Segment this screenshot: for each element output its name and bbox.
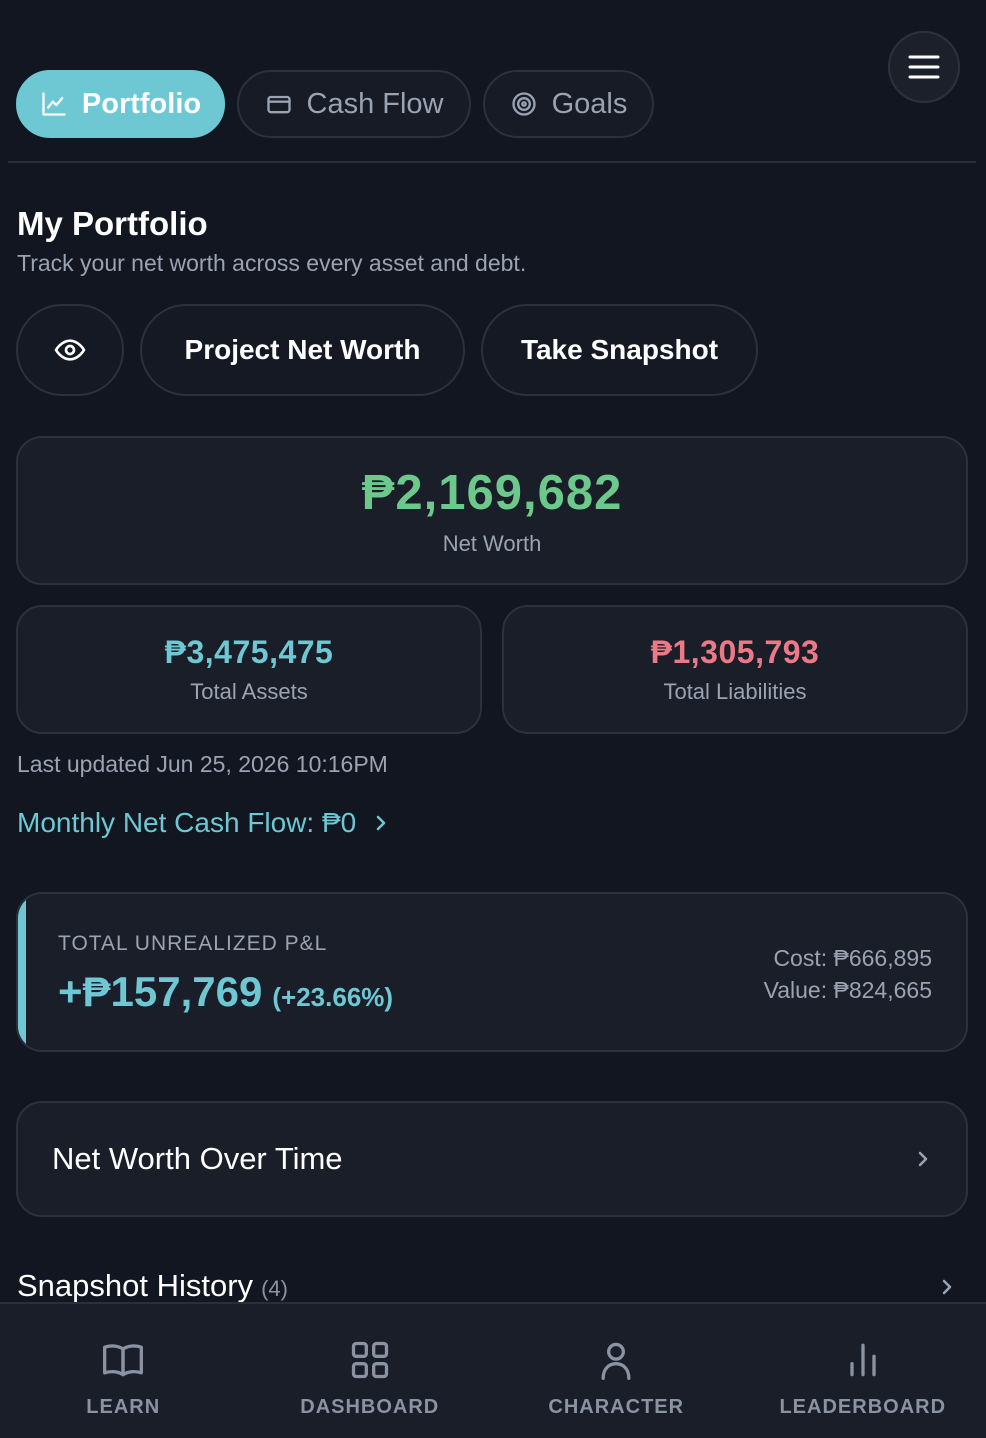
card-icon	[266, 95, 291, 114]
total-liabilities-value: ₱1,305,793	[650, 634, 820, 670]
unrealized-pl-label: TOTAL UNREALIZED P&L	[58, 932, 328, 955]
hamburger-menu-icon	[908, 55, 940, 79]
pl-accent-bar	[18, 894, 26, 1050]
nav-dashboard-label: DASHBOARD	[300, 1396, 440, 1418]
nav-leaderboard-label: LEADERBOARD	[779, 1396, 947, 1418]
nav-character[interactable]: CHARACTER	[493, 1304, 740, 1438]
tab-portfolio-label: Portfolio	[81, 87, 202, 120]
unrealized-pl-value: +₱157,769	[58, 968, 263, 1015]
net-worth-over-time-title: Net Worth Over Time	[52, 1141, 343, 1176]
monthly-cash-flow-label: Monthly Net Cash Flow: ₱0	[17, 807, 357, 838]
take-snapshot-button[interactable]: Take Snapshot	[481, 304, 758, 396]
last-updated-text: Last updated Jun 25, 2026 10:16PM	[17, 751, 388, 777]
chevron-right-icon	[942, 1279, 952, 1295]
bar-chart-icon	[850, 1343, 876, 1377]
unrealized-pl-value-row: +₱157,769 (+23.66%)	[58, 968, 393, 1016]
tab-goals-label: Goals	[551, 87, 628, 120]
toggle-visibility-button[interactable]	[16, 304, 124, 396]
target-icon	[511, 92, 536, 116]
unrealized-pl-card: TOTAL UNREALIZED P&L +₱157,769 (+23.66%) …	[16, 892, 968, 1052]
menu-button[interactable]	[888, 31, 960, 103]
chevron-right-icon	[377, 815, 386, 831]
chevron-right-icon	[918, 1151, 928, 1167]
tab-divider	[8, 161, 976, 163]
net-worth-over-time-card[interactable]: Net Worth Over Time	[16, 1101, 968, 1217]
book-icon	[103, 1344, 144, 1377]
page-subtitle: Track your net worth across every asset …	[17, 250, 527, 276]
market-value-text: Value: ₱824,665	[763, 977, 932, 1003]
project-net-worth-button[interactable]: Project Net Worth	[140, 304, 465, 396]
tab-portfolio[interactable]: Portfolio	[16, 70, 225, 138]
total-liabilities-label: Total Liabilities	[663, 679, 807, 704]
monthly-cash-flow-link[interactable]: Monthly Net Cash Flow: ₱0	[17, 807, 388, 839]
total-assets-value: ₱3,475,475	[164, 634, 334, 670]
snapshot-history-title: Snapshot History	[17, 1268, 254, 1303]
cost-value-block: Cost: ₱666,895 Value: ₱824,665	[764, 942, 932, 1006]
eye-icon	[54, 339, 86, 361]
net-worth-value: ₱2,169,682	[361, 465, 623, 520]
tab-cash-flow[interactable]: Cash Flow	[237, 70, 471, 138]
snapshot-history-count: (4)	[261, 1276, 288, 1301]
tab-goals[interactable]: Goals	[483, 70, 654, 138]
bottom-navigation: LEARN DASHBOARD CHARACTER LEADERBOARD	[0, 1302, 986, 1438]
nav-learn[interactable]: LEARN	[0, 1304, 247, 1438]
total-assets-label: Total Assets	[190, 679, 308, 704]
nav-leaderboard[interactable]: LEADERBOARD	[740, 1304, 986, 1438]
take-snapshot-label: Take Snapshot	[520, 334, 719, 365]
tab-cash-flow-label: Cash Flow	[306, 87, 444, 120]
cost-text: Cost: ₱666,895	[773, 945, 932, 971]
chart-line-icon	[42, 92, 66, 116]
grid-icon	[351, 1341, 388, 1379]
total-liabilities-card: ₱1,305,793 Total Liabilities	[502, 605, 968, 734]
nav-character-label: CHARACTER	[548, 1396, 685, 1418]
page-title: My Portfolio	[17, 205, 208, 242]
net-worth-card: ₱2,169,682 Net Worth	[16, 436, 968, 585]
person-icon	[601, 1342, 631, 1380]
nav-learn-label: LEARN	[86, 1396, 161, 1418]
snapshot-history-header[interactable]: Snapshot History (4)	[17, 1268, 288, 1304]
nav-dashboard[interactable]: DASHBOARD	[247, 1304, 494, 1438]
unrealized-pl-percent: (+23.66%)	[272, 982, 394, 1012]
project-net-worth-label: Project Net Worth	[184, 334, 421, 365]
total-assets-card: ₱3,475,475 Total Assets	[16, 605, 482, 734]
net-worth-label: Net Worth	[442, 530, 542, 556]
